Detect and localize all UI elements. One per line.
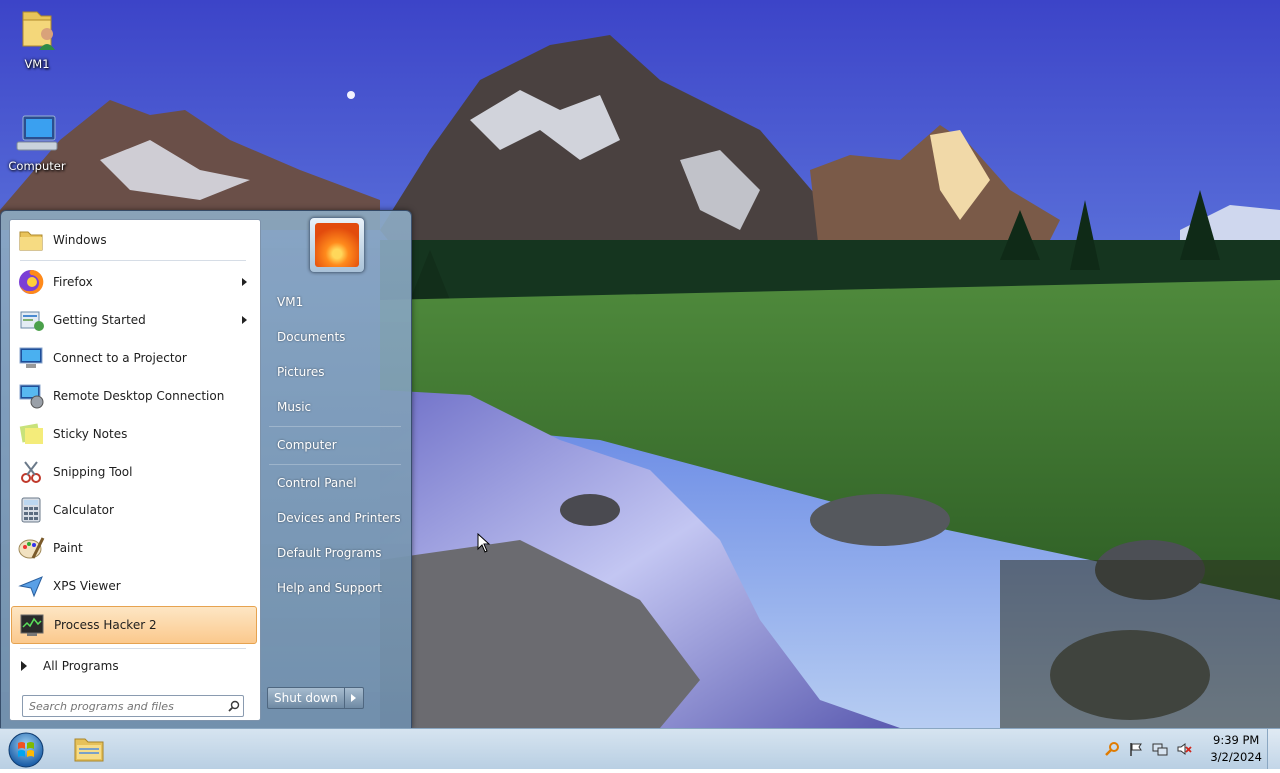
expand-arrow-icon — [21, 661, 27, 671]
program-item-xps-viewer[interactable]: XPS Viewer — [11, 568, 257, 604]
program-item-remote-desktop[interactable]: Remote Desktop Connection — [11, 378, 257, 414]
search-input[interactable] — [23, 699, 225, 713]
shutdown-options-button[interactable] — [344, 687, 364, 709]
program-label: XPS Viewer — [53, 579, 121, 593]
divider — [20, 260, 246, 261]
desktop-icon-vm1[interactable]: VM1 — [0, 6, 74, 71]
system-tray: 9:39 PM 3/2/2024 — [1100, 729, 1262, 769]
taskbar: 9:39 PM 3/2/2024 — [0, 728, 1280, 769]
volume-muted-icon[interactable] — [1176, 741, 1192, 757]
right-item-devices-printers[interactable]: Devices and Printers — [267, 503, 403, 533]
program-item-snipping-tool[interactable]: Snipping Tool — [11, 454, 257, 490]
remote-desktop-icon — [15, 380, 47, 412]
paint-icon — [15, 532, 47, 564]
program-label: Getting Started — [53, 313, 146, 327]
clock-date: 3/2/2024 — [1210, 750, 1262, 764]
program-item-connect-projector[interactable]: Connect to a Projector — [11, 340, 257, 376]
desktop-icon-label: VM1 — [24, 57, 50, 71]
program-item-calculator[interactable]: Calculator — [11, 492, 257, 528]
program-label: Connect to a Projector — [53, 351, 187, 365]
shutdown-group: Shut down — [267, 687, 364, 709]
clock-time: 9:39 PM — [1213, 733, 1260, 747]
chevron-right-icon — [351, 694, 357, 702]
flower-picture-icon — [315, 223, 359, 267]
start-menu: Windows Firefox Getting Started Connect … — [0, 210, 412, 729]
computer-icon — [16, 115, 58, 151]
process-hacker-icon — [16, 609, 48, 641]
user-folder-icon — [22, 11, 55, 50]
folder-icon — [15, 224, 47, 256]
submenu-arrow-icon[interactable] — [242, 316, 247, 324]
taskbar-explorer-button[interactable] — [66, 731, 112, 767]
calculator-icon — [15, 494, 47, 526]
desktop-icon-label: Computer — [8, 159, 66, 173]
program-label: Remote Desktop Connection — [53, 389, 225, 403]
getting-started-icon — [15, 304, 47, 336]
all-programs-label: All Programs — [43, 659, 119, 673]
desktop-icon-computer[interactable]: Computer — [0, 112, 74, 173]
network-icon[interactable] — [1152, 741, 1168, 757]
sticky-notes-icon — [15, 418, 47, 450]
projector-icon — [15, 342, 47, 374]
snipping-tool-icon — [15, 456, 47, 488]
windows-logo-icon — [8, 732, 44, 768]
right-item-documents[interactable]: Documents — [267, 322, 403, 352]
program-label: Paint — [53, 541, 83, 555]
program-label: Sticky Notes — [53, 427, 128, 441]
all-programs-button[interactable]: All Programs — [11, 652, 257, 680]
divider — [269, 426, 401, 427]
program-item-process-hacker[interactable]: Process Hacker 2 — [11, 606, 257, 644]
folder-icon — [74, 738, 104, 762]
shutdown-button[interactable]: Shut down — [267, 687, 345, 709]
program-item-firefox[interactable]: Firefox — [11, 264, 257, 300]
right-item-music[interactable]: Music — [267, 392, 403, 422]
program-label: Calculator — [53, 503, 114, 517]
program-label: Firefox — [53, 275, 93, 289]
start-menu-programs-pane: Windows Firefox Getting Started Connect … — [9, 219, 261, 721]
divider — [20, 648, 246, 649]
program-label: Snipping Tool — [53, 465, 133, 479]
program-item-windows[interactable]: Windows — [11, 222, 257, 258]
right-item-pictures[interactable]: Pictures — [267, 357, 403, 387]
program-item-sticky-notes[interactable]: Sticky Notes — [11, 416, 257, 452]
right-item-help-support[interactable]: Help and Support — [267, 573, 403, 603]
mouse-cursor-icon — [477, 533, 491, 553]
search-tray-icon[interactable] — [1104, 741, 1120, 757]
divider — [269, 464, 401, 465]
program-label: Windows — [53, 233, 107, 247]
submenu-arrow-icon[interactable] — [242, 278, 247, 286]
search-icon[interactable] — [225, 700, 243, 712]
show-desktop-button[interactable] — [1267, 729, 1280, 769]
start-button[interactable] — [6, 730, 46, 770]
user-avatar[interactable] — [309, 217, 365, 273]
right-item-vm1[interactable]: VM1 — [267, 287, 403, 317]
xps-viewer-icon — [15, 570, 47, 602]
right-item-default-programs[interactable]: Default Programs — [267, 538, 403, 568]
clock[interactable]: 9:39 PM 3/2/2024 — [1210, 732, 1262, 766]
program-label: Process Hacker 2 — [54, 618, 157, 632]
action-center-flag-icon[interactable] — [1128, 741, 1144, 757]
right-item-computer[interactable]: Computer — [267, 430, 403, 460]
firefox-icon — [15, 266, 47, 298]
program-item-getting-started[interactable]: Getting Started — [11, 302, 257, 338]
program-item-paint[interactable]: Paint — [11, 530, 257, 566]
right-item-control-panel[interactable]: Control Panel — [267, 468, 403, 498]
search-box[interactable] — [22, 695, 244, 717]
